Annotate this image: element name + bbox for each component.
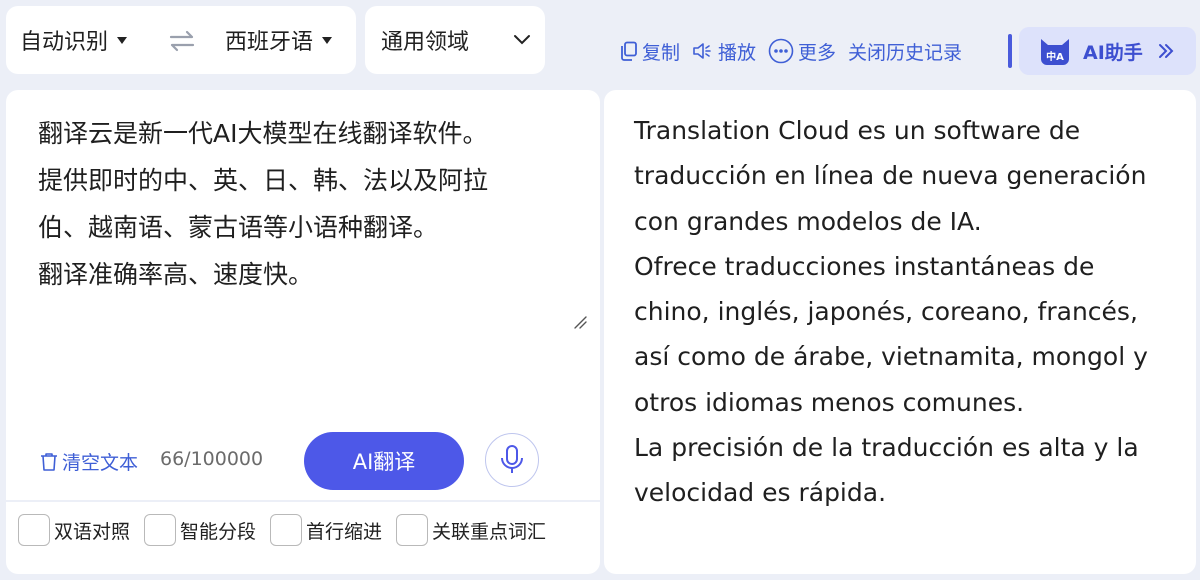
option-label: 关联重点词汇: [432, 520, 547, 543]
character-count: 66/100000: [160, 448, 264, 470]
translation-line: Translation Cloud es un software de: [634, 116, 1081, 145]
translation-line: traducción en línea de nueva generación: [634, 161, 1147, 191]
language-bar: 自动识别 西班牙语: [6, 6, 356, 74]
checkbox-box[interactable]: [396, 514, 428, 546]
copy-icon: [621, 41, 637, 61]
clear-text-label: 清空文本: [62, 452, 139, 474]
ai-cat-avatar-icon: 中A: [1041, 39, 1069, 65]
checkbox-box[interactable]: [18, 514, 50, 546]
clear-text-button[interactable]: 清空文本: [40, 448, 138, 475]
translation-line: así como de árabe, vietnamita, mongol y: [634, 342, 1148, 372]
translation-line: chino, inglés, japonés, coreano, francés…: [634, 297, 1138, 327]
caret-down-icon: [117, 36, 128, 44]
translation-panel: Translation Cloud es un software de trad…: [604, 90, 1196, 574]
domain-select[interactable]: 通用领域: [381, 6, 531, 74]
source-language-select[interactable]: 自动识别: [20, 6, 128, 74]
play-button[interactable]: 播放: [692, 38, 756, 65]
source-language-label: 自动识别: [20, 30, 109, 55]
copy-label: 复制: [642, 41, 681, 64]
copy-button[interactable]: 复制: [620, 38, 680, 65]
source-line: 翻译云是新一代AI大模型在线翻译软件。: [38, 119, 488, 148]
options-bar: 双语对照 智能分段 首行缩进 关联重点词汇: [6, 502, 600, 574]
svg-text:中A: 中A: [1046, 50, 1064, 63]
toolbar-divider: [1008, 34, 1012, 68]
ai-translate-button[interactable]: AI翻译: [304, 432, 464, 490]
translation-line: velocidad es rápida.: [634, 478, 887, 508]
history-label: 关闭历史记录: [848, 41, 963, 64]
option-label: 智能分段: [180, 520, 257, 543]
microphone-icon: [501, 445, 523, 473]
toolbar: 复制 播放 更多 关闭历史记录: [620, 30, 974, 72]
domain-bar: 通用领域: [365, 6, 545, 74]
checkbox-box[interactable]: [270, 514, 302, 546]
first-line-indent-checkbox[interactable]: 首行缩进: [270, 514, 382, 546]
speaker-icon: [693, 43, 711, 59]
more-label: 更多: [798, 41, 837, 64]
voice-input-button[interactable]: [485, 433, 539, 487]
domain-select-label: 通用领域: [381, 30, 470, 55]
more-button[interactable]: 更多: [768, 38, 836, 65]
translation-line: Ofrece traducciones instantáneas de: [634, 251, 1095, 281]
checkbox-box[interactable]: [144, 514, 176, 546]
toggle-history-button[interactable]: 关闭历史记录: [848, 38, 962, 65]
swap-languages-icon[interactable]: [168, 30, 196, 52]
translation-line: otros idiomas menos comunes.: [634, 387, 1025, 417]
caret-down-icon: [322, 36, 333, 44]
option-label: 首行缩进: [306, 520, 383, 543]
bilingual-compare-checkbox[interactable]: 双语对照: [18, 514, 130, 546]
chevron-down-icon: [514, 35, 530, 45]
double-chevron-right-icon: [1158, 44, 1174, 58]
source-line: 提供即时的中、英、日、韩、法以及阿拉: [38, 166, 489, 195]
option-label: 双语对照: [54, 520, 131, 543]
source-panel: 翻译云是新一代AI大模型在线翻译软件。 提供即时的中、英、日、韩、法以及阿拉 伯…: [6, 90, 600, 500]
source-line: 翻译准确率高、速度快。: [38, 260, 314, 289]
translation-line: La precisión de la traducción es alta y …: [634, 433, 1139, 463]
more-dots-icon: [768, 38, 794, 64]
source-text-input[interactable]: 翻译云是新一代AI大模型在线翻译软件。 提供即时的中、英、日、韩、法以及阿拉 伯…: [38, 110, 578, 298]
trash-icon: [41, 452, 57, 471]
key-vocabulary-checkbox[interactable]: 关联重点词汇: [396, 514, 546, 546]
ai-assistant-button[interactable]: 中A AI助手: [1019, 27, 1196, 75]
resize-handle-icon[interactable]: [572, 314, 588, 330]
target-language-label: 西班牙语: [225, 30, 314, 55]
smart-paragraph-checkbox[interactable]: 智能分段: [144, 514, 256, 546]
source-line: 伯、越南语、蒙古语等小语种翻译。: [38, 213, 439, 242]
play-label: 播放: [718, 41, 757, 64]
ai-assistant-label: AI助手: [1083, 41, 1143, 64]
translation-output: Translation Cloud es un software de trad…: [634, 108, 1184, 516]
translation-line: con grandes modelos de IA.: [634, 206, 982, 236]
target-language-select[interactable]: 西班牙语: [225, 6, 333, 74]
